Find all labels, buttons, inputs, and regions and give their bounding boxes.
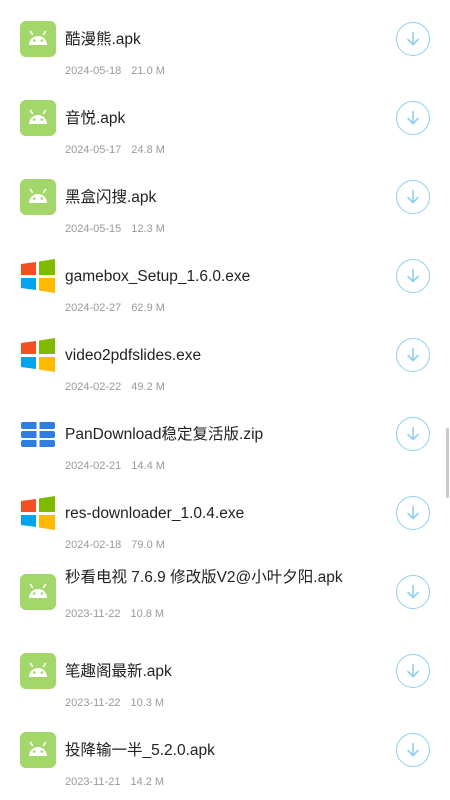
- file-meta: 2024-05-15 12.3 M: [65, 222, 165, 236]
- file-name: 秒看电视 7.6.9 修改版V2@小叶夕阳.apk: [65, 569, 343, 586]
- file-meta: 2024-02-21 14.4 M: [65, 459, 165, 473]
- download-button[interactable]: [396, 654, 430, 688]
- windows-icon: [20, 258, 56, 294]
- scrollbar-thumb[interactable]: [446, 428, 449, 498]
- android-icon: [20, 732, 56, 768]
- android-icon: [20, 574, 56, 610]
- file-row[interactable]: 酷漫熊.apk 2024-05-18 21.0 M: [0, 0, 450, 79]
- download-button[interactable]: [396, 180, 430, 214]
- file-meta: 2024-05-18 21.0 M: [65, 64, 165, 78]
- file-row[interactable]: PanDownload稳定复活版.zip 2024-02-21 14.4 M: [0, 395, 450, 474]
- android-icon: [20, 653, 56, 689]
- download-button[interactable]: [396, 338, 430, 372]
- download-button[interactable]: [396, 575, 430, 609]
- file-size: 10.8 M: [130, 608, 165, 620]
- file-size: 14.2 M: [130, 776, 165, 788]
- windows-icon: [20, 495, 56, 531]
- android-icon: [20, 100, 56, 136]
- file-row[interactable]: 投降输一半_5.2.0.apk 2023-11-21 14.2 M: [0, 711, 450, 790]
- file-name: 黑盒闪搜.apk: [65, 189, 157, 206]
- file-size: 21.0 M: [131, 65, 165, 77]
- file-meta: 2024-05-17 24.8 M: [65, 143, 165, 157]
- file-row[interactable]: 秒看电视 7.6.9 修改版V2@小叶夕阳.apk 2023-11-22 10.8 …: [0, 553, 450, 632]
- file-name: video2pdfslides.exe: [65, 347, 202, 364]
- file-name: gamebox_Setup_1.6.0.exe: [65, 268, 251, 285]
- download-button[interactable]: [396, 22, 430, 56]
- file-date: 2024-05-18: [65, 65, 122, 77]
- file-row[interactable]: 笔趣阁最新.apk 2023-11-22 10.3 M: [0, 632, 450, 711]
- file-size: 14.4 M: [131, 460, 165, 472]
- file-name: PanDownload稳定复活版.zip: [65, 426, 264, 443]
- file-date: 2024-05-17: [65, 144, 122, 156]
- file-date: 2024-02-18: [65, 539, 122, 551]
- file-size: 10.3 M: [130, 697, 165, 709]
- file-row[interactable]: video2pdfslides.exe 2024-02-22 49.2 M: [0, 316, 450, 395]
- file-date: 2024-05-15: [65, 223, 122, 235]
- download-button[interactable]: [396, 259, 430, 293]
- windows-icon: [20, 337, 56, 373]
- download-button[interactable]: [396, 496, 430, 530]
- file-name: 酷漫熊.apk: [65, 31, 141, 48]
- download-button[interactable]: [396, 417, 430, 451]
- file-date: 2023-11-22: [65, 697, 121, 709]
- file-meta: 2023-11-22 10.3 M: [65, 696, 164, 710]
- file-name: 投降输一半_5.2.0.apk: [65, 742, 215, 759]
- file-date: 2024-02-21: [65, 460, 122, 472]
- archive-icon: [20, 416, 56, 452]
- file-meta: 2023-11-21 14.2 M: [65, 775, 164, 789]
- file-name: 音悦.apk: [65, 110, 126, 127]
- file-name: res-downloader_1.0.4.exe: [65, 505, 245, 522]
- file-row[interactable]: gamebox_Setup_1.6.0.exe 2024-02-27 62.9 M: [0, 237, 450, 316]
- file-size: 49.2 M: [131, 381, 165, 393]
- file-meta: 2024-02-22 49.2 M: [65, 380, 165, 394]
- file-date: 2024-02-27: [65, 302, 122, 314]
- file-size: 12.3 M: [131, 223, 165, 235]
- download-button[interactable]: [396, 733, 430, 767]
- android-icon: [20, 21, 56, 57]
- download-button[interactable]: [396, 101, 430, 135]
- file-row[interactable]: 黑盒闪搜.apk 2024-05-15 12.3 M: [0, 158, 450, 237]
- file-date: 2023-11-22: [65, 608, 121, 620]
- file-name: 笔趣阁最新.apk: [65, 663, 172, 680]
- file-date: 2023-11-21: [65, 776, 121, 788]
- file-size: 79.0 M: [131, 539, 165, 551]
- file-size: 62.9 M: [131, 302, 165, 314]
- file-date: 2024-02-22: [65, 381, 122, 393]
- file-meta: 2024-02-18 79.0 M: [65, 538, 165, 552]
- file-meta: 2024-02-27 62.9 M: [65, 301, 165, 315]
- file-row[interactable]: 音悦.apk 2024-05-17 24.8 M: [0, 79, 450, 158]
- android-icon: [20, 179, 56, 215]
- file-meta: 2023-11-22 10.8 M: [65, 607, 164, 621]
- file-size: 24.8 M: [131, 144, 165, 156]
- file-row[interactable]: res-downloader_1.0.4.exe 2024-02-18 79.0 M: [0, 474, 450, 553]
